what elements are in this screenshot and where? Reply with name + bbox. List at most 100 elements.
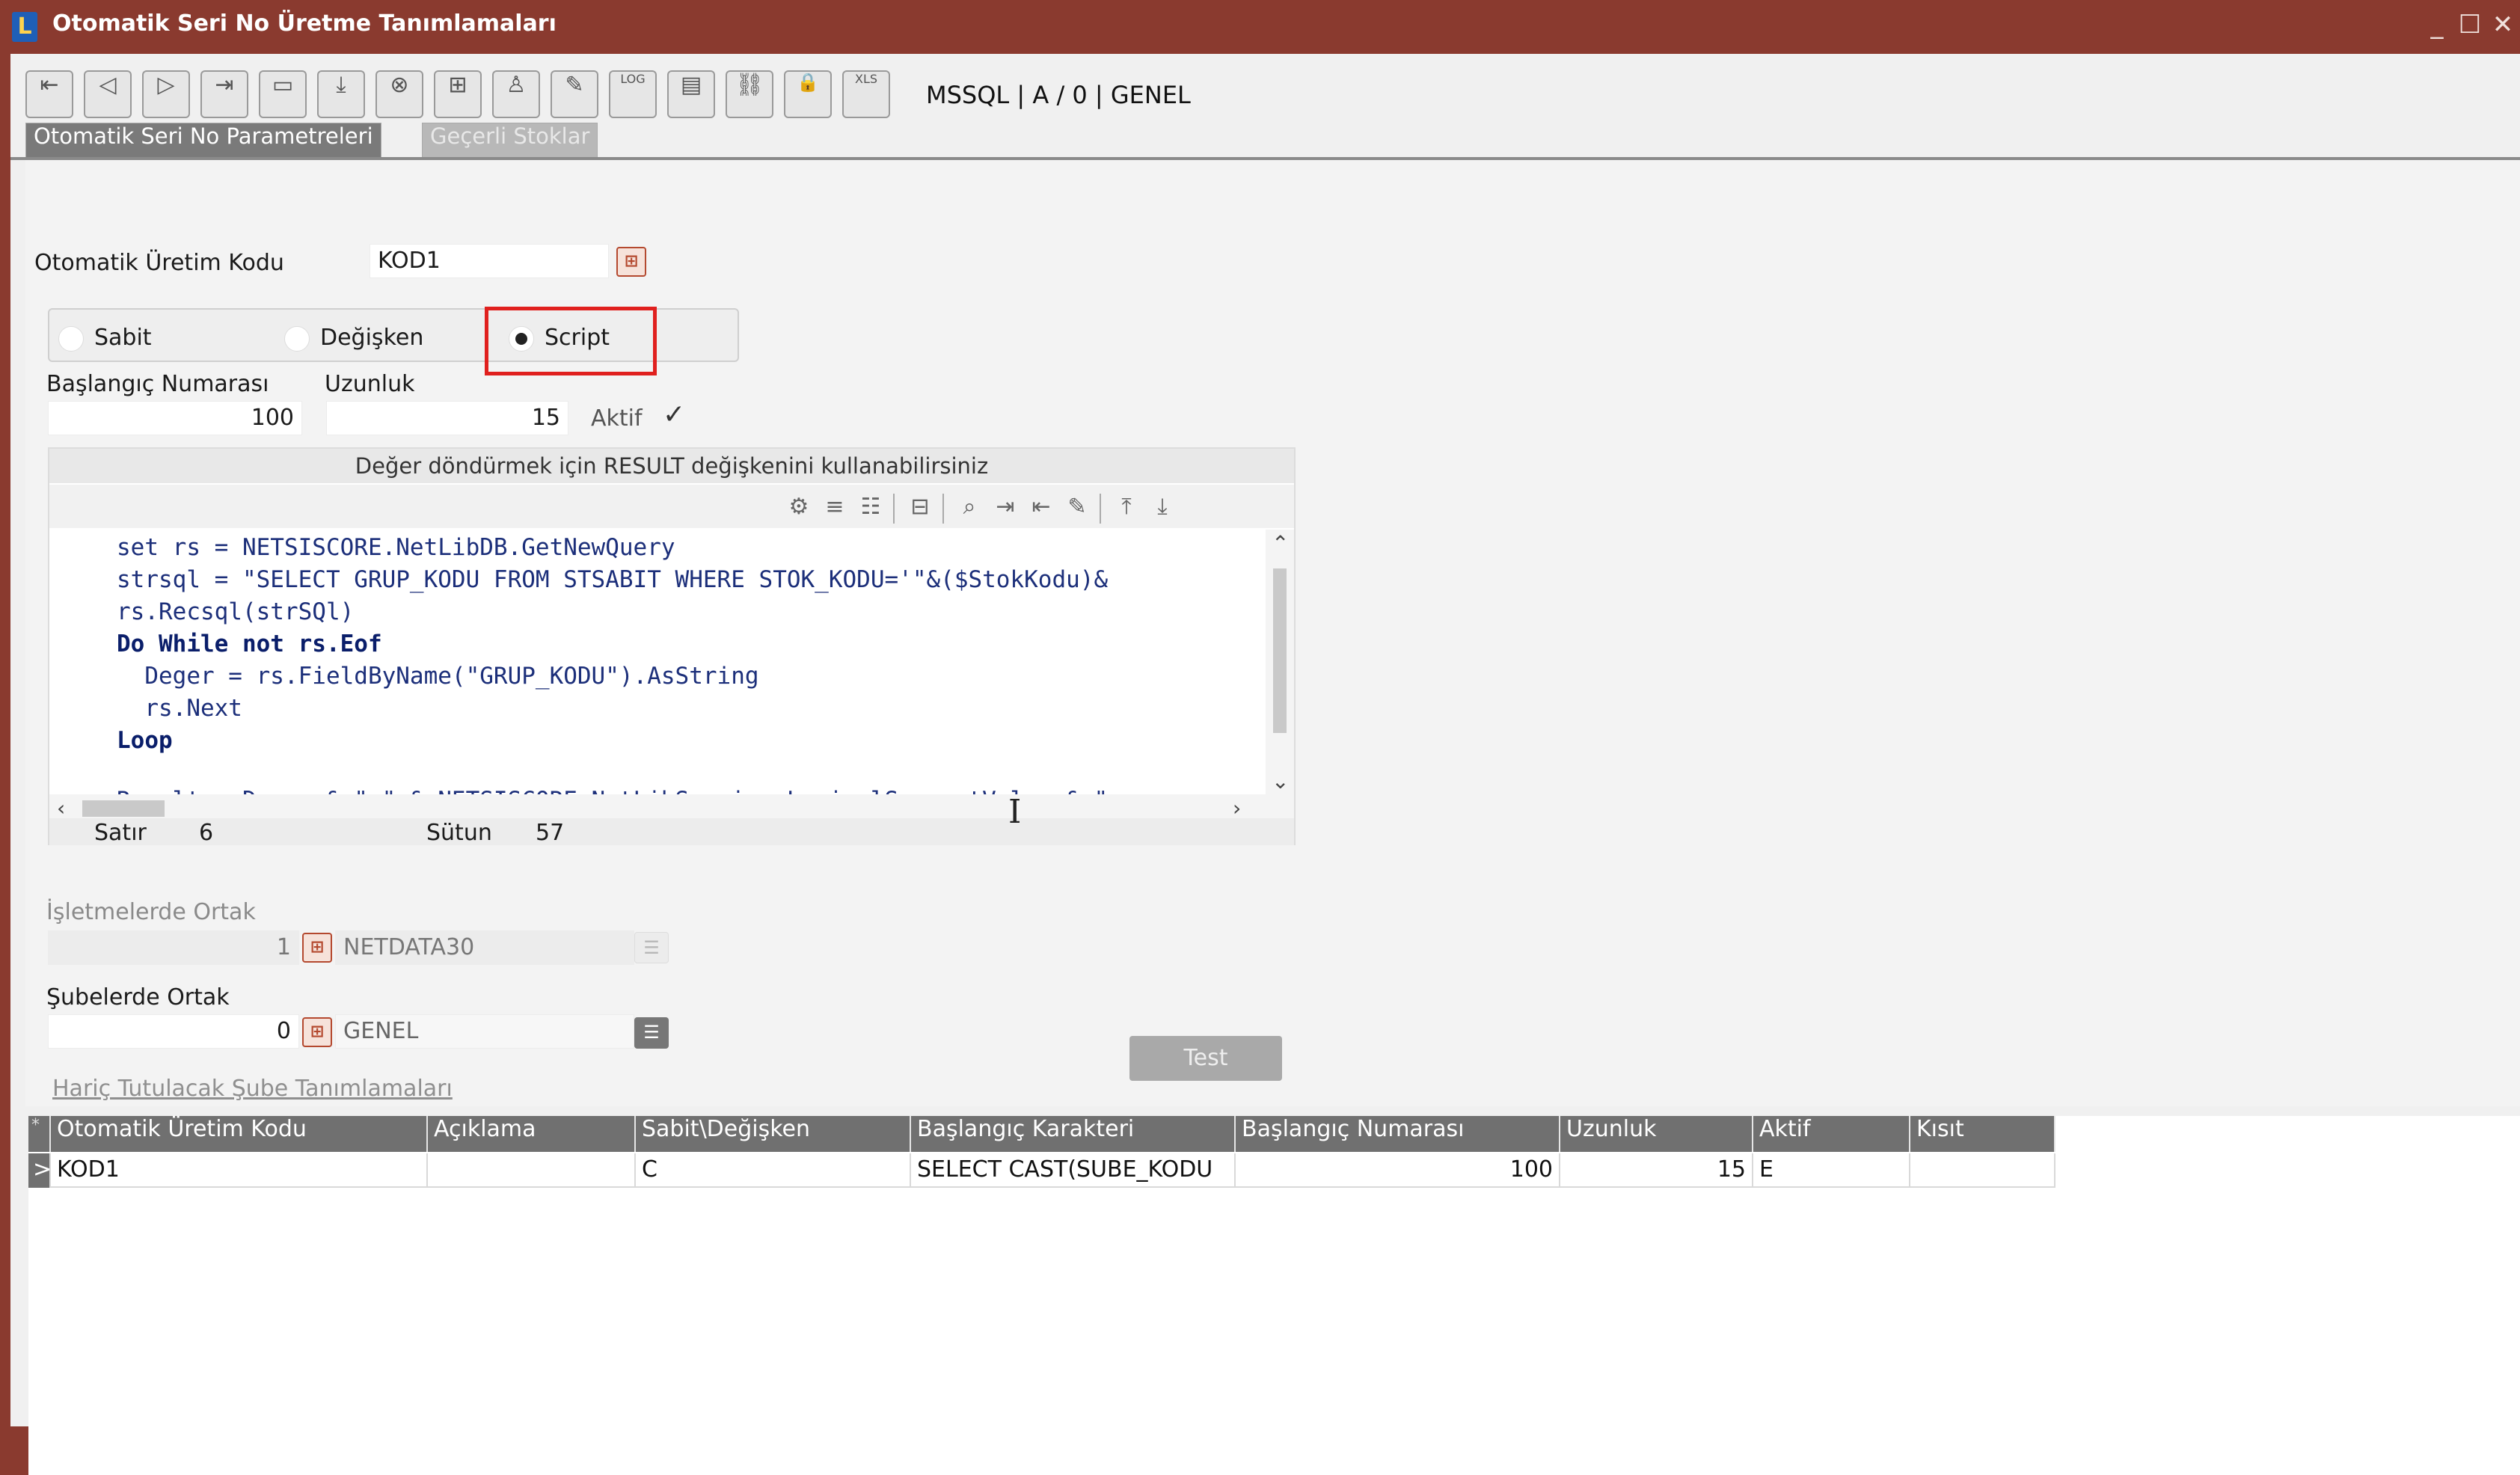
download-icon[interactable]: ⤓	[1146, 491, 1179, 524]
script-highlight-box	[485, 307, 657, 375]
branch-list-icon[interactable]: ☰	[634, 1017, 669, 1049]
active-checkbox[interactable]: ✓	[663, 399, 685, 430]
tab-valid-stocks[interactable]: Geçerli Stoklar	[422, 123, 598, 159]
first-record-button[interactable]: ⇤	[25, 70, 73, 118]
records-grid: * Otomatik Üretim Kodu Açıklama Sabit\De…	[28, 1116, 2520, 1475]
table-cell[interactable]: 100	[1236, 1153, 1560, 1188]
table-cell[interactable]: SELECT CAST(SUBE_KODU	[911, 1153, 1236, 1188]
vertical-scrollbar[interactable]: ⌃ ⌄	[1266, 530, 1294, 818]
last-record-button[interactable]: ⇥	[200, 70, 248, 118]
previous-record-button[interactable]: ◁	[84, 70, 132, 118]
table-cell[interactable]: E	[1753, 1153, 1910, 1188]
column-header[interactable]: Aktif	[1753, 1116, 1910, 1152]
user-icon: ♙	[506, 72, 527, 98]
next-record-icon: ▷	[157, 72, 175, 98]
database-icon[interactable]: ⊟	[904, 491, 936, 524]
link-icon: ⛓	[735, 72, 764, 98]
column-header[interactable]: Başlangıç Karakteri	[911, 1116, 1236, 1152]
business-shared-input[interactable]: 1	[48, 930, 299, 965]
line-value: 6	[199, 820, 214, 846]
window-title: Otomatik Seri No Üretme Tanımlamaları	[52, 10, 557, 37]
column-header[interactable]: Sabit\Değişken	[636, 1116, 911, 1152]
code-line: Result = Deger & " " & NETSISCORE.NetLib…	[117, 787, 1108, 794]
close-button[interactable]: ✕	[2486, 6, 2519, 43]
vertical-scroll-thumb[interactable]	[1273, 568, 1287, 733]
length-input[interactable]: 15	[326, 401, 568, 435]
minimize-button[interactable]: _	[2421, 6, 2453, 43]
delete-button[interactable]: ⊗	[375, 70, 423, 118]
edit-icon: ✎	[565, 72, 584, 98]
production-code-label: Otomatik Üretim Kodu	[34, 250, 284, 276]
branch-shared-input[interactable]: 0	[48, 1014, 299, 1049]
code-line: rs.Recsql(strSQl)	[117, 598, 355, 625]
list-icon: ▭	[272, 72, 294, 98]
next-record-button[interactable]: ▷	[142, 70, 190, 118]
code-line: Do While not rs.Eof	[117, 631, 382, 657]
code-area[interactable]: set rs = NETSISCORE.NetLibDB.GetNewQuery…	[49, 530, 1266, 794]
column-header[interactable]: Başlangıç Numarası	[1236, 1116, 1560, 1152]
column-header[interactable]: Uzunluk	[1560, 1116, 1753, 1152]
title-bar[interactable]: L Otomatik Seri No Üretme Tanımlamaları …	[0, 0, 2520, 54]
client-area: ⇤ ◁ ▷ ⇥ ▭ ⤓ ⊗ ⊞ ♙ ✎ LOG ▤ ⛓ 🔒 XLS MSSQL …	[10, 54, 2520, 1475]
eraser-icon[interactable]: ✎	[1061, 491, 1094, 524]
test-button[interactable]: Test	[1129, 1036, 1282, 1081]
scroll-left-icon[interactable]: ‹	[57, 796, 65, 821]
app-logo-icon: L	[12, 12, 37, 42]
production-code-input[interactable]: KOD1	[370, 244, 609, 278]
upload-icon[interactable]: ⤒	[1110, 491, 1143, 524]
search-icon[interactable]: ⌕	[953, 491, 986, 524]
excel-button[interactable]: XLS	[842, 70, 890, 118]
document-button[interactable]: ▤	[667, 70, 715, 118]
line-numbers-icon[interactable]: ☷	[854, 491, 887, 524]
user-button[interactable]: ♙	[492, 70, 540, 118]
previous-record-icon: ◁	[99, 72, 117, 98]
save-icon: ⤓	[336, 72, 346, 98]
log-button[interactable]: LOG	[609, 70, 657, 118]
tab-parameters[interactable]: Otomatik Seri No Parametreleri	[25, 123, 381, 159]
scroll-up-icon[interactable]: ⌃	[1272, 531, 1289, 556]
maximize-button[interactable]: ☐	[2453, 6, 2486, 43]
find-previous-icon[interactable]: ⇤	[1025, 491, 1058, 524]
find-next-icon[interactable]: ⇥	[989, 491, 1022, 524]
add-icon: ⊞	[448, 72, 467, 98]
start-number-input[interactable]: 100	[48, 401, 302, 435]
settings-icon[interactable]: ⚙	[782, 491, 815, 524]
column-header[interactable]: Kısıt	[1910, 1116, 2055, 1152]
table-cell[interactable]	[428, 1153, 636, 1188]
database-info: MSSQL | A / 0 | GENEL	[926, 81, 1191, 109]
table-cell[interactable]: KOD1	[51, 1153, 428, 1188]
save-button[interactable]: ⤓	[317, 70, 365, 118]
radio-sabit-label: Sabit	[94, 325, 152, 351]
log-icon: LOG	[620, 72, 646, 86]
table-cell[interactable]: C	[636, 1153, 911, 1188]
horizontal-scroll-thumb[interactable]	[82, 800, 165, 817]
lock-icon: 🔒	[797, 72, 819, 93]
table-row[interactable]: > KOD1 C SELECT CAST(SUBE_KODU 100 15 E	[28, 1153, 2055, 1188]
lock-button[interactable]: 🔒	[784, 70, 832, 118]
production-code-lookup-icon[interactable]: ⊞	[616, 247, 646, 277]
excluded-branches-link[interactable]: Hariç Tutulacak Şube Tanımlamaları	[52, 1076, 453, 1102]
code-line: set rs = NETSISCORE.NetLibDB.GetNewQuery	[117, 534, 675, 561]
list-button[interactable]: ▭	[259, 70, 307, 118]
excel-icon: XLS	[854, 72, 878, 86]
format-icon[interactable]: ≡	[818, 491, 851, 524]
document-icon: ▤	[680, 72, 702, 98]
scroll-down-icon[interactable]: ⌄	[1272, 769, 1289, 794]
link-button[interactable]: ⛓	[726, 70, 773, 118]
business-list-icon[interactable]: ☰	[634, 932, 669, 963]
branch-lookup-icon[interactable]: ⊞	[302, 1017, 332, 1047]
add-button[interactable]: ⊞	[434, 70, 482, 118]
edit-button[interactable]: ✎	[551, 70, 598, 118]
table-cell[interactable]	[1910, 1153, 2055, 1188]
grid-header: * Otomatik Üretim Kodu Açıklama Sabit\De…	[28, 1116, 2055, 1152]
column-header[interactable]: Otomatik Üretim Kodu	[51, 1116, 428, 1152]
row-marker-icon: >	[28, 1153, 51, 1188]
application-window: L Otomatik Seri No Üretme Tanımlamaları …	[0, 0, 2520, 1475]
radio-degisken-circle	[284, 326, 310, 352]
delete-icon: ⊗	[390, 72, 409, 98]
business-lookup-icon[interactable]: ⊞	[302, 933, 332, 963]
scroll-right-icon[interactable]: ›	[1233, 796, 1241, 821]
editor-hint: Değer döndürmek için RESULT değişkenini …	[49, 449, 1294, 483]
table-cell[interactable]: 15	[1560, 1153, 1753, 1188]
column-header[interactable]: Açıklama	[428, 1116, 636, 1152]
